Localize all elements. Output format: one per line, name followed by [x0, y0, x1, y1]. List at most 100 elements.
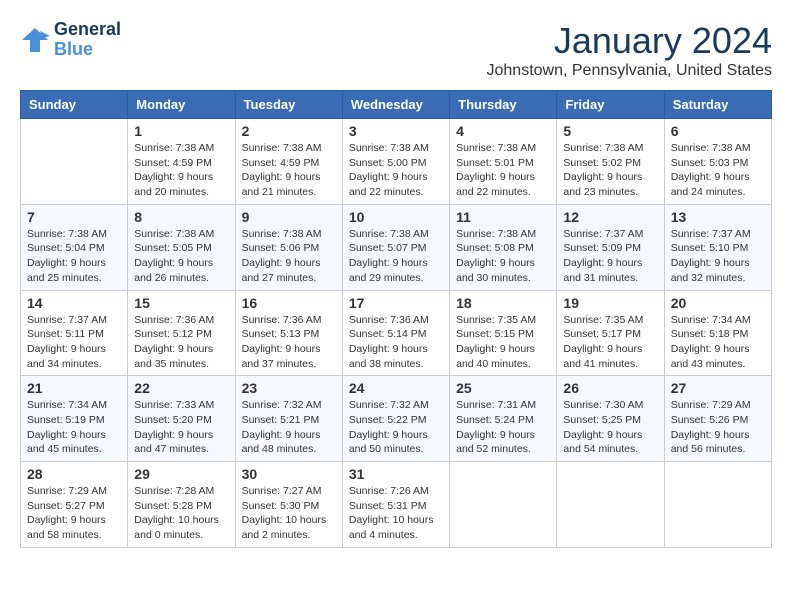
- month-title: January 2024: [487, 20, 773, 62]
- day-info: Sunrise: 7:27 AMSunset: 5:30 PMDaylight:…: [242, 484, 336, 543]
- calendar-cell: 2Sunrise: 7:38 AMSunset: 4:59 PMDaylight…: [235, 119, 342, 205]
- calendar-cell: 8Sunrise: 7:38 AMSunset: 5:05 PMDaylight…: [128, 204, 235, 290]
- day-info: Sunrise: 7:32 AMSunset: 5:22 PMDaylight:…: [349, 398, 443, 457]
- day-number: 24: [349, 380, 443, 396]
- day-info: Sunrise: 7:37 AMSunset: 5:09 PMDaylight:…: [563, 227, 657, 286]
- calendar-cell: 14 Sunrise: 7:37 AMSunset: 5:11 PMDayligh…: [21, 290, 128, 376]
- calendar-cell: 15Sunrise: 7:36 AMSunset: 5:12 PMDayligh…: [128, 290, 235, 376]
- day-info: Sunrise: 7:30 AMSunset: 5:25 PMDaylight:…: [563, 398, 657, 457]
- day-header-thursday: Thursday: [450, 91, 557, 119]
- day-number: 14: [27, 295, 121, 311]
- day-info: Sunrise: 7:38 AMSunset: 5:01 PMDaylight:…: [456, 141, 550, 200]
- calendar-cell: 24 Sunrise: 7:32 AMSunset: 5:22 PMDayligh…: [342, 376, 449, 462]
- calendar-cell: [557, 462, 664, 548]
- calendar-cell: [664, 462, 771, 548]
- day-number: 19: [563, 295, 657, 311]
- day-info: Sunrise: 7:34 AMSunset: 5:18 PMDaylight:…: [671, 313, 765, 372]
- day-info: Sunrise: 7:33 AMSunset: 5:20 PMDaylight:…: [134, 398, 228, 457]
- location-title: Johnstown, Pennsylvania, United States: [487, 62, 773, 80]
- day-number: 2: [242, 123, 336, 139]
- day-info: Sunrise: 7:38 AMSunset: 5:08 PMDaylight:…: [456, 227, 550, 286]
- day-number: 5: [563, 123, 657, 139]
- day-info: Sunrise: 7:38 AMSunset: 5:07 PMDaylight:…: [349, 227, 443, 286]
- calendar-cell: 9 Sunrise: 7:38 AMSunset: 5:06 PMDaylight…: [235, 204, 342, 290]
- day-number: 8: [134, 209, 228, 225]
- calendar-cell: 30Sunrise: 7:27 AMSunset: 5:30 PMDayligh…: [235, 462, 342, 548]
- calendar-cell: 1 Sunrise: 7:38 AMSunset: 4:59 PMDaylight…: [128, 119, 235, 205]
- day-number: 12: [563, 209, 657, 225]
- calendar-cell: [21, 119, 128, 205]
- day-number: 4: [456, 123, 550, 139]
- day-info: Sunrise: 7:37 AMSunset: 5:11 PMDaylight:…: [27, 313, 121, 372]
- day-number: 6: [671, 123, 765, 139]
- page-header: GeneralBlue January 2024 Johnstown, Penn…: [20, 20, 772, 80]
- day-info: Sunrise: 7:28 AMSunset: 5:28 PMDaylight:…: [134, 484, 228, 543]
- calendar-cell: 3Sunrise: 7:38 AMSunset: 5:00 PMDaylight…: [342, 119, 449, 205]
- calendar-cell: [450, 462, 557, 548]
- day-number: 17: [349, 295, 443, 311]
- calendar-week-4: 21 Sunrise: 7:34 AMSunset: 5:19 PMDayligh…: [21, 376, 772, 462]
- calendar-cell: 7 Sunrise: 7:38 AMSunset: 5:04 PMDaylight…: [21, 204, 128, 290]
- day-header-monday: Monday: [128, 91, 235, 119]
- day-number: 20: [671, 295, 765, 311]
- calendar-cell: 12 Sunrise: 7:37 AMSunset: 5:09 PMDayligh…: [557, 204, 664, 290]
- day-header-tuesday: Tuesday: [235, 91, 342, 119]
- day-info: Sunrise: 7:38 AMSunset: 5:02 PMDaylight:…: [563, 141, 657, 200]
- day-number: 3: [349, 123, 443, 139]
- day-header-friday: Friday: [557, 91, 664, 119]
- calendar-cell: 11 Sunrise: 7:38 AMSunset: 5:08 PMDayligh…: [450, 204, 557, 290]
- day-info: Sunrise: 7:38 AMSunset: 5:06 PMDaylight:…: [242, 227, 336, 286]
- day-info: Sunrise: 7:32 AMSunset: 5:21 PMDaylight:…: [242, 398, 336, 457]
- day-info: Sunrise: 7:35 AMSunset: 5:15 PMDaylight:…: [456, 313, 550, 372]
- day-number: 9: [242, 209, 336, 225]
- day-info: Sunrise: 7:29 AMSunset: 5:26 PMDaylight:…: [671, 398, 765, 457]
- day-number: 11: [456, 209, 550, 225]
- day-number: 16: [242, 295, 336, 311]
- logo-icon: [20, 26, 50, 54]
- day-number: 1: [134, 123, 228, 139]
- day-info: Sunrise: 7:38 AMSunset: 5:03 PMDaylight:…: [671, 141, 765, 200]
- calendar-cell: 23Sunrise: 7:32 AMSunset: 5:21 PMDayligh…: [235, 376, 342, 462]
- day-info: Sunrise: 7:36 AMSunset: 5:14 PMDaylight:…: [349, 313, 443, 372]
- calendar-cell: 5 Sunrise: 7:38 AMSunset: 5:02 PMDaylight…: [557, 119, 664, 205]
- calendar-week-3: 14 Sunrise: 7:37 AMSunset: 5:11 PMDayligh…: [21, 290, 772, 376]
- day-header-sunday: Sunday: [21, 91, 128, 119]
- logo: GeneralBlue: [20, 20, 121, 60]
- calendar-cell: 27 Sunrise: 7:29 AMSunset: 5:26 PMDayligh…: [664, 376, 771, 462]
- day-info: Sunrise: 7:36 AMSunset: 5:13 PMDaylight:…: [242, 313, 336, 372]
- calendar-cell: 19 Sunrise: 7:35 AMSunset: 5:17 PMDayligh…: [557, 290, 664, 376]
- calendar-cell: 21 Sunrise: 7:34 AMSunset: 5:19 PMDayligh…: [21, 376, 128, 462]
- day-number: 15: [134, 295, 228, 311]
- day-number: 10: [349, 209, 443, 225]
- day-info: Sunrise: 7:35 AMSunset: 5:17 PMDaylight:…: [563, 313, 657, 372]
- calendar-cell: 13Sunrise: 7:37 AMSunset: 5:10 PMDayligh…: [664, 204, 771, 290]
- calendar-cell: 18 Sunrise: 7:35 AMSunset: 5:15 PMDayligh…: [450, 290, 557, 376]
- day-number: 7: [27, 209, 121, 225]
- calendar-cell: 6 Sunrise: 7:38 AMSunset: 5:03 PMDaylight…: [664, 119, 771, 205]
- day-number: 25: [456, 380, 550, 396]
- calendar-table: SundayMondayTuesdayWednesdayThursdayFrid…: [20, 90, 772, 548]
- day-info: Sunrise: 7:29 AMSunset: 5:27 PMDaylight:…: [27, 484, 121, 543]
- logo-text: GeneralBlue: [54, 20, 121, 60]
- calendar-week-2: 7 Sunrise: 7:38 AMSunset: 5:04 PMDaylight…: [21, 204, 772, 290]
- calendar-cell: 10 Sunrise: 7:38 AMSunset: 5:07 PMDayligh…: [342, 204, 449, 290]
- calendar-cell: 4 Sunrise: 7:38 AMSunset: 5:01 PMDaylight…: [450, 119, 557, 205]
- calendar-cell: 17 Sunrise: 7:36 AMSunset: 5:14 PMDayligh…: [342, 290, 449, 376]
- calendar-cell: 20 Sunrise: 7:34 AMSunset: 5:18 PMDayligh…: [664, 290, 771, 376]
- calendar-cell: 28 Sunrise: 7:29 AMSunset: 5:27 PMDayligh…: [21, 462, 128, 548]
- day-number: 18: [456, 295, 550, 311]
- day-info: Sunrise: 7:38 AMSunset: 5:04 PMDaylight:…: [27, 227, 121, 286]
- day-info: Sunrise: 7:34 AMSunset: 5:19 PMDaylight:…: [27, 398, 121, 457]
- calendar-week-1: 1 Sunrise: 7:38 AMSunset: 4:59 PMDaylight…: [21, 119, 772, 205]
- day-info: Sunrise: 7:38 AMSunset: 4:59 PMDaylight:…: [134, 141, 228, 200]
- day-info: Sunrise: 7:26 AMSunset: 5:31 PMDaylight:…: [349, 484, 443, 543]
- day-number: 21: [27, 380, 121, 396]
- day-number: 28: [27, 466, 121, 482]
- title-area: January 2024 Johnstown, Pennsylvania, Un…: [487, 20, 773, 80]
- day-number: 27: [671, 380, 765, 396]
- calendar-cell: 25 Sunrise: 7:31 AMSunset: 5:24 PMDayligh…: [450, 376, 557, 462]
- calendar-cell: 16 Sunrise: 7:36 AMSunset: 5:13 PMDayligh…: [235, 290, 342, 376]
- day-header-saturday: Saturday: [664, 91, 771, 119]
- day-info: Sunrise: 7:31 AMSunset: 5:24 PMDaylight:…: [456, 398, 550, 457]
- day-header-wednesday: Wednesday: [342, 91, 449, 119]
